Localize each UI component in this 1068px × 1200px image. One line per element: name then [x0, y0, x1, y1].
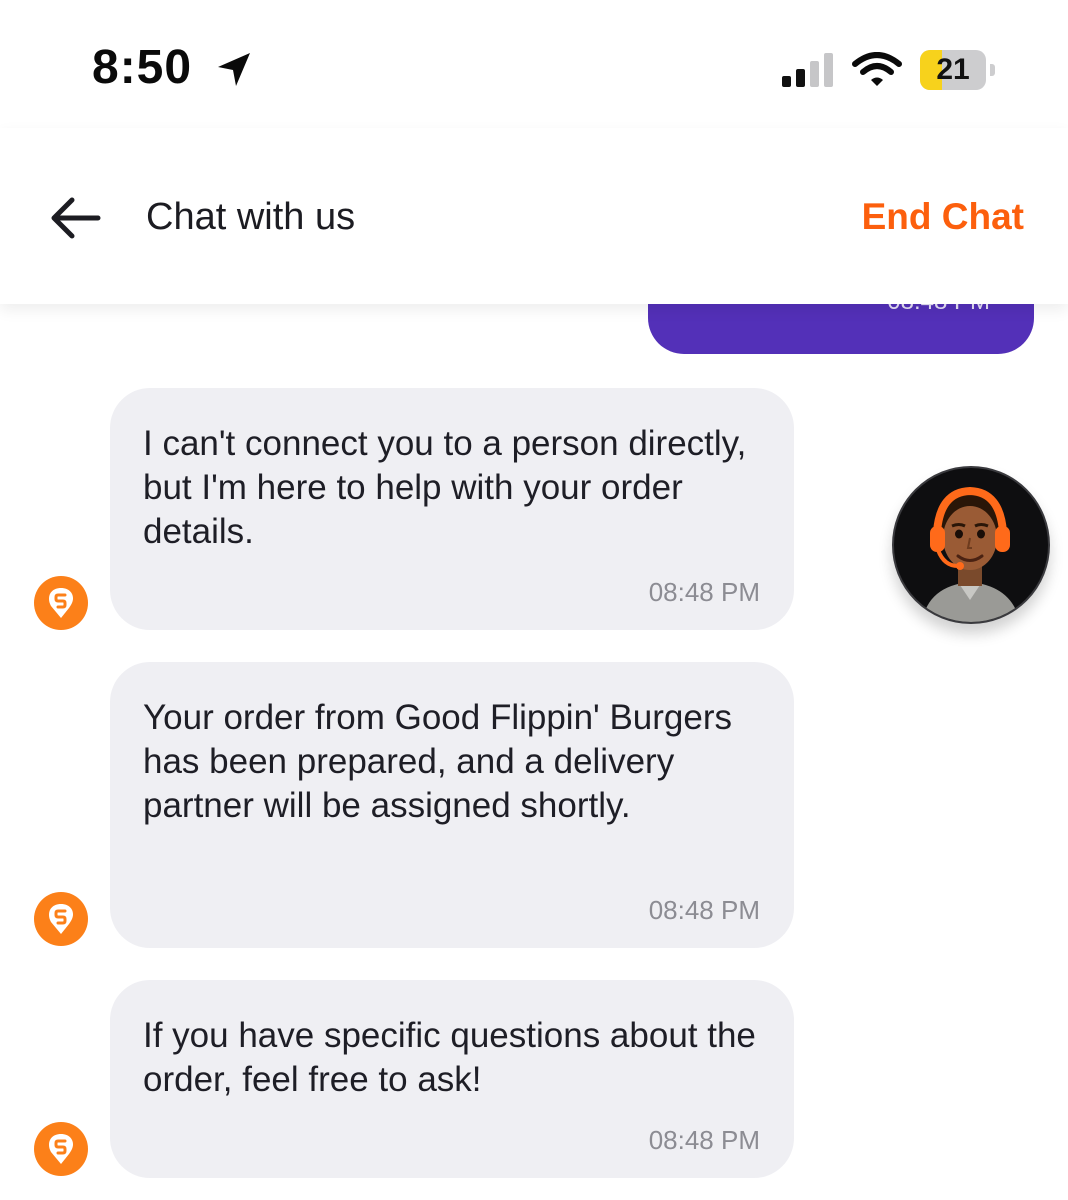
message-text: Your order from Good Flippin' Burgers ha… — [143, 698, 733, 825]
message-time: 08:48 PM — [648, 895, 760, 925]
end-chat-button[interactable]: End Chat — [862, 196, 1024, 238]
battery-indicator: 21 — [920, 50, 995, 90]
back-arrow-icon[interactable] — [44, 190, 104, 246]
signal-bar — [782, 76, 791, 87]
signal-bar — [810, 61, 819, 87]
swiggy-logo-icon — [34, 576, 88, 630]
message-text: If you have specific questions about the… — [143, 1016, 756, 1099]
swiggy-logo-icon — [34, 1122, 88, 1176]
location-arrow-icon — [218, 53, 250, 86]
page-title: Chat with us — [146, 196, 356, 238]
message-bubble: Your order from Good Flippin' Burgers ha… — [110, 662, 794, 948]
status-bar: 8:50 21 — [0, 0, 1068, 128]
chat-header: Chat with us End Chat — [0, 128, 1068, 304]
message-time: 08:48 PM — [887, 304, 990, 316]
signal-strength-icon — [782, 53, 833, 87]
message-time: 08:48 PM — [648, 577, 760, 607]
chat-messages[interactable]: 08:48 PM I can't connect you to a person… — [0, 304, 1068, 1200]
message-time: 08:48 PM — [648, 1125, 760, 1155]
signal-bar — [796, 69, 805, 87]
message-bubble: If you have specific questions about the… — [110, 980, 794, 1178]
user-message-bubble: 08:48 PM — [648, 304, 1034, 354]
support-agent-avatar[interactable] — [892, 466, 1050, 624]
message-bubble: I can't connect you to a person directly… — [110, 388, 794, 630]
signal-bar — [824, 53, 833, 87]
wifi-icon — [852, 52, 902, 86]
swiggy-logo-icon — [34, 892, 88, 946]
message-text: I can't connect you to a person directly… — [143, 424, 747, 551]
battery-level: 21 — [936, 53, 970, 86]
status-time: 8:50 — [92, 41, 193, 94]
